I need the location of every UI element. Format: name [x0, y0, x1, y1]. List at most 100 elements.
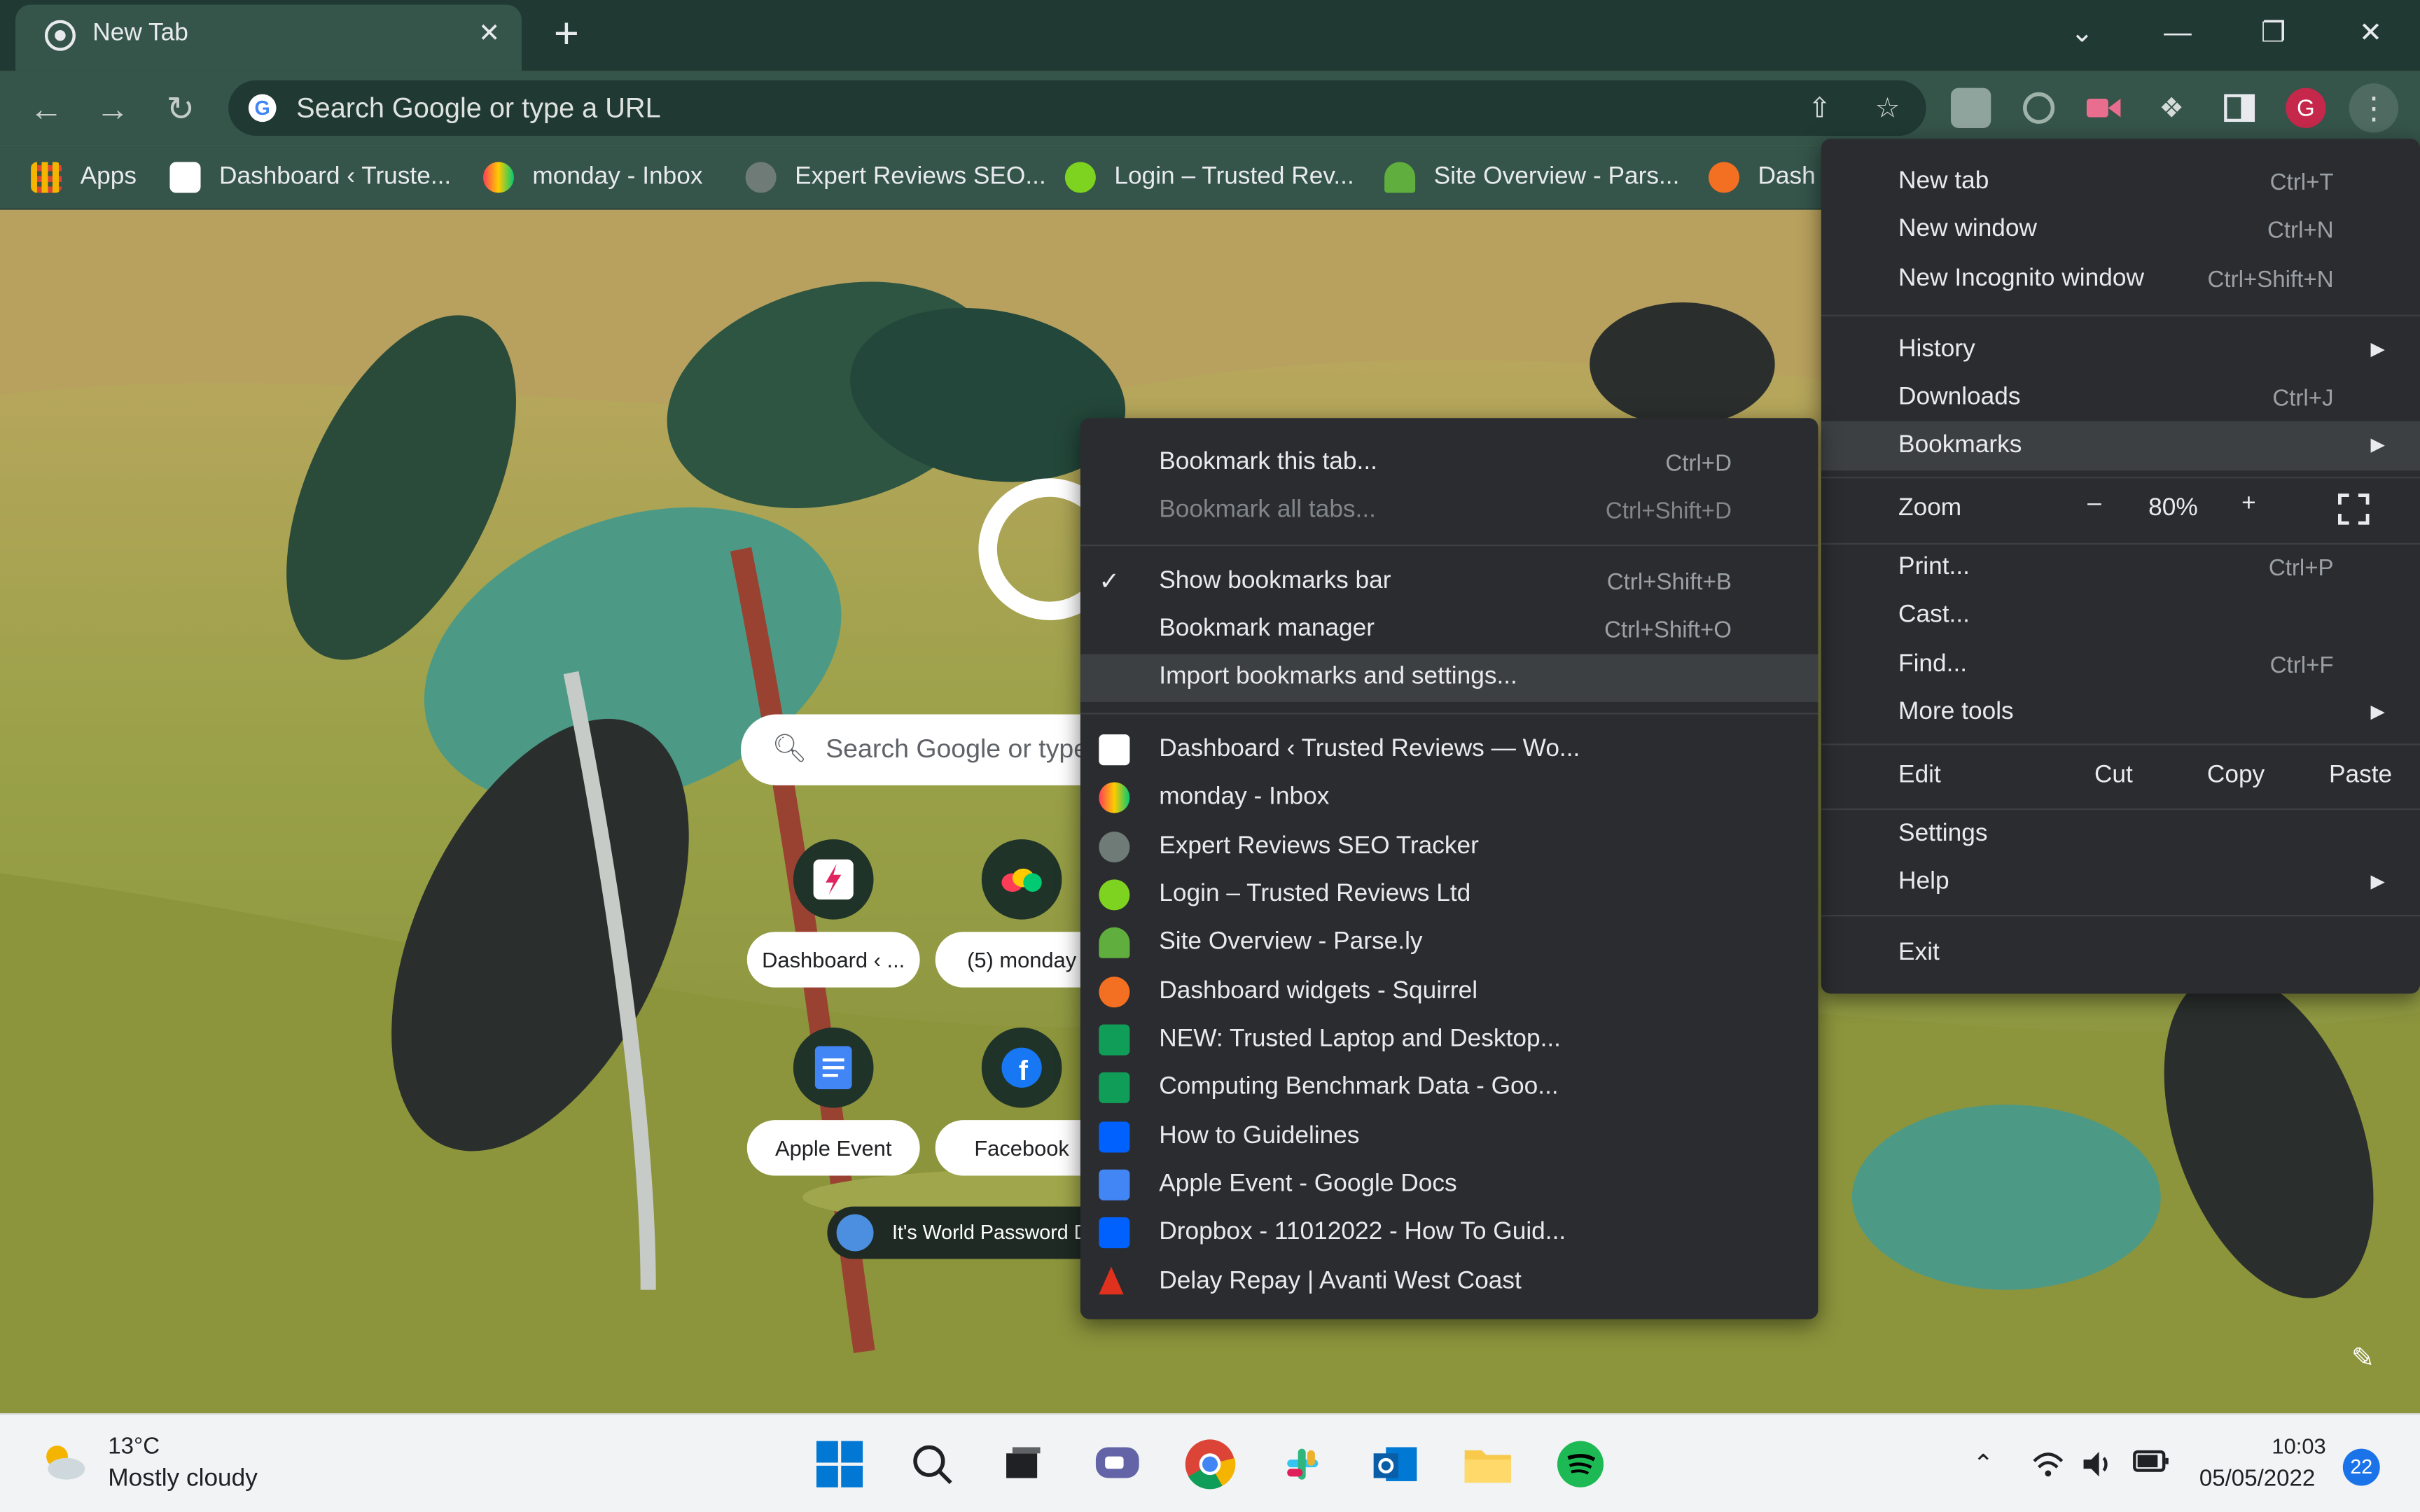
extensions-puzzle-icon[interactable]: ❖	[2152, 88, 2192, 128]
zoom-in-button[interactable]: +	[2229, 491, 2269, 531]
wifi-icon[interactable]	[2031, 1449, 2065, 1483]
menu-downloads[interactable]: Downloads Ctrl+J	[1821, 373, 2420, 423]
bookmark-manager[interactable]: Bookmark manager Ctrl+Shift+O	[1080, 606, 1819, 654]
bookmark-item[interactable]: Expert Reviews SEO Tracker	[1080, 824, 1819, 872]
menu-new-incognito-window[interactable]: New Incognito window Ctrl+Shift+N	[1821, 255, 2420, 304]
show-bookmarks-bar[interactable]: ✓ Show bookmarks bar Ctrl+Shift+B	[1080, 559, 1819, 606]
menu-help[interactable]: Help ▶	[1821, 858, 2420, 907]
profile-avatar[interactable]: G	[2286, 88, 2326, 128]
bookmark-apps[interactable]: Apps	[31, 159, 137, 196]
bookmark-item[interactable]: Dropbox - 11012022 - How To Guid...	[1080, 1210, 1819, 1257]
check-icon: ✓	[1099, 569, 1120, 596]
windows-start-icon[interactable]	[809, 1434, 870, 1495]
submenu-arrow-icon: ▶	[2370, 870, 2385, 892]
tab-search-icon[interactable]: ⌄	[2047, 6, 2118, 59]
bookmark-expert-reviews[interactable]: Expert Reviews SEO...	[745, 159, 1046, 196]
import-bookmarks[interactable]: Import bookmarks and settings...	[1080, 654, 1819, 702]
bookmark-item[interactable]: monday - Inbox	[1080, 774, 1819, 822]
bookmark-this-tab[interactable]: Bookmark this tab... Ctrl+D	[1080, 440, 1819, 487]
chrome-icon[interactable]	[1179, 1434, 1241, 1495]
bolt-icon	[169, 162, 201, 193]
menu-item-label: Bookmark all tabs...	[1159, 496, 1376, 524]
menu-item-label: Expert Reviews SEO Tracker	[1159, 833, 1479, 860]
menu-new-window[interactable]: New window Ctrl+N	[1821, 205, 2420, 255]
back-icon[interactable]: ←	[23, 86, 69, 132]
menu-print[interactable]: Print... Ctrl+P	[1821, 543, 2420, 593]
fullscreen-icon[interactable]	[2337, 492, 2370, 526]
side-panel-icon[interactable]	[2219, 88, 2259, 128]
parsely-icon	[1099, 927, 1130, 958]
battery-icon[interactable]	[2133, 1449, 2169, 1483]
extension-grammarly-icon[interactable]	[1950, 88, 1991, 128]
task-view-icon[interactable]	[991, 1434, 1052, 1495]
omnibox-input[interactable]	[296, 85, 1685, 132]
weather-temperature[interactable]: 13°C	[108, 1434, 160, 1460]
minimize-button[interactable]: —	[2142, 6, 2213, 59]
menu-item-shortcut: Ctrl+D	[1665, 450, 1732, 477]
outlook-icon[interactable]	[1364, 1434, 1426, 1495]
menu-item-label: Settings	[1898, 820, 1988, 848]
tab-close-icon[interactable]: ✕	[472, 17, 506, 50]
submenu-arrow-icon: ▶	[2370, 433, 2385, 456]
apps-grid-icon	[31, 162, 62, 193]
menu-item-shortcut: Ctrl+J	[2272, 386, 2334, 412]
bookmark-item[interactable]: How to Guidelines	[1080, 1114, 1819, 1161]
menu-exit[interactable]: Exit	[1821, 929, 2420, 979]
bookmark-item[interactable]: NEW: Trusted Laptop and Desktop...	[1080, 1017, 1819, 1065]
reload-icon[interactable]: ↻	[158, 86, 204, 132]
menu-settings[interactable]: Settings	[1821, 810, 2420, 860]
customize-pencil-icon[interactable]: ✎	[2343, 1343, 2383, 1382]
bookmark-label: Dash	[1758, 163, 1816, 190]
bookmark-item[interactable]: Site Overview - Parse.ly	[1080, 920, 1819, 967]
bookmark-item[interactable]: Delay Repay | Avanti West Coast	[1080, 1259, 1819, 1307]
restore-button[interactable]: ❐	[2238, 6, 2309, 59]
cut-button[interactable]: Cut	[2094, 762, 2133, 790]
bookmark-dashboard[interactable]: Dashboard ‹ Truste...	[169, 159, 451, 196]
bolt-icon	[1099, 734, 1130, 766]
omnibox[interactable]: G ⇧ ☆	[228, 80, 1926, 136]
menu-bookmarks[interactable]: Bookmarks ▶	[1821, 421, 2420, 471]
forward-icon[interactable]: →	[90, 86, 136, 132]
extension-video-icon[interactable]	[2084, 88, 2124, 128]
menu-separator	[1821, 477, 2420, 479]
menu-item-label: Dropbox - 11012022 - How To Guid...	[1159, 1219, 1566, 1245]
shortcut-label: Apple Event	[746, 1120, 920, 1176]
chrome-menu-icon[interactable]: ⋮	[2349, 83, 2399, 133]
bookmark-star-icon[interactable]: ☆	[1868, 88, 1907, 128]
spotify-icon[interactable]	[1550, 1434, 1611, 1495]
bookmark-login-trusted[interactable]: Login – Trusted Rev...	[1064, 159, 1354, 196]
bookmark-item[interactable]: Login – Trusted Reviews Ltd	[1080, 872, 1819, 919]
close-window-button[interactable]: ✕	[2335, 6, 2406, 59]
menu-more-tools[interactable]: More tools ▶	[1821, 688, 2420, 738]
tab-new-tab[interactable]: New Tab ✕	[15, 4, 522, 71]
weather-description[interactable]: Mostly cloudy	[108, 1466, 258, 1494]
search-icon[interactable]	[901, 1434, 963, 1495]
notification-badge[interactable]: 22	[2342, 1448, 2380, 1486]
bookmark-monday[interactable]: monday - Inbox	[482, 159, 702, 196]
bookmark-item[interactable]: Dashboard widgets - Squirrel	[1080, 969, 1819, 1016]
bookmark-site-overview[interactable]: Site Overview - Pars...	[1384, 159, 1679, 196]
bookmark-dashboard-widgets[interactable]: Dash	[1708, 159, 1816, 196]
chevron-up-icon[interactable]: ⌃	[1966, 1449, 2000, 1483]
clock-date[interactable]: 05/05/2022	[2199, 1466, 2315, 1492]
bookmark-all-tabs[interactable]: Bookmark all tabs... Ctrl+Shift+D	[1080, 487, 1819, 535]
bookmark-item[interactable]: Dashboard ‹ Trusted Reviews — Wo...	[1080, 727, 1819, 774]
file-explorer-icon[interactable]	[1457, 1434, 1519, 1495]
bookmark-item[interactable]: Computing Benchmark Data - Goo...	[1080, 1065, 1819, 1112]
menu-history[interactable]: History ▶	[1821, 326, 2420, 375]
menu-find[interactable]: Find... Ctrl+F	[1821, 640, 2420, 690]
menu-cast[interactable]: Cast...	[1821, 591, 2420, 640]
volume-icon[interactable]	[2080, 1449, 2114, 1483]
copy-button[interactable]: Copy	[2207, 762, 2265, 790]
share-icon[interactable]: ⇧	[1800, 88, 1840, 128]
menu-new-tab[interactable]: New tab Ctrl+T	[1821, 158, 2420, 207]
slack-icon[interactable]	[1272, 1434, 1333, 1495]
paste-button[interactable]: Paste	[2329, 762, 2392, 790]
clock-time[interactable]: 10:03	[2272, 1434, 2325, 1458]
bookmark-item[interactable]: Apple Event - Google Docs	[1080, 1162, 1819, 1210]
new-tab-button[interactable]: +	[543, 12, 590, 59]
zoom-out-button[interactable]: –	[2074, 491, 2114, 531]
sheets-icon	[1099, 1024, 1130, 1056]
teams-chat-icon[interactable]	[1087, 1434, 1148, 1495]
extension-g-icon[interactable]	[2019, 88, 2059, 128]
